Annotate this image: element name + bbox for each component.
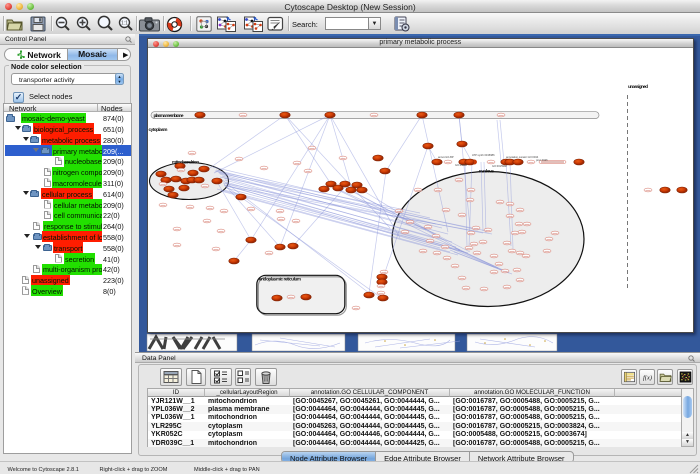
- svg-text:endoplasmic reticulum: endoplasmic reticulum: [259, 277, 301, 282]
- svg-text:proc 0046: proc 0046: [536, 158, 548, 162]
- svg-text:f(x): f(x): [642, 375, 651, 382]
- svg-text:annot.GO-BP: annot.GO-BP: [438, 155, 454, 159]
- svg-text:GO:06810: GO:06810: [455, 163, 468, 167]
- svg-text:GO:0015992: GO:0015992: [492, 164, 507, 168]
- svg-text:annotation.curator GO:0044: annotation.curator GO:0044: [506, 155, 539, 159]
- svg-text:plasma membrane: plasma membrane: [154, 113, 184, 118]
- svg-text:1:1: 1:1: [121, 21, 128, 27]
- svg-text:cytoplasm: cytoplasm: [149, 127, 168, 132]
- svg-text:unassigned: unassigned: [628, 84, 648, 89]
- svg-text:ATP synth 0015986: ATP synth 0015986: [472, 153, 495, 157]
